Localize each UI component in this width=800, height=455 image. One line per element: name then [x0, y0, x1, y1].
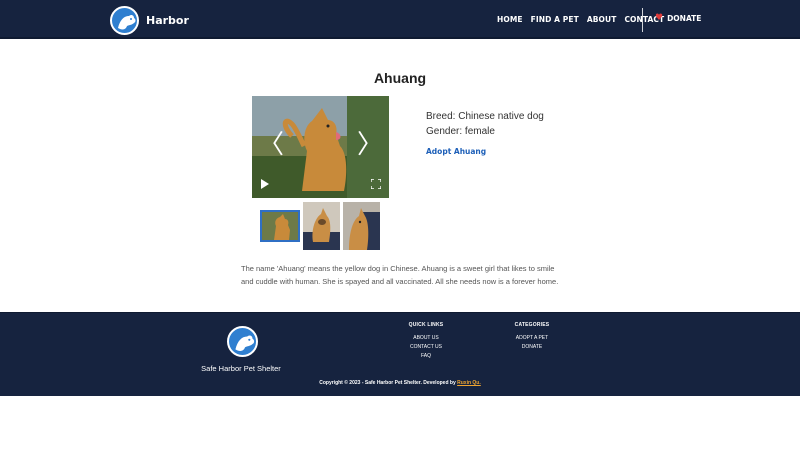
nav-divider [642, 8, 643, 32]
donate-label: DONATE [667, 14, 702, 23]
thumbnail-1[interactable] [260, 210, 300, 242]
footer-quick-links: QUICK LINKS ABOUT US CONTACT US FAQ [396, 322, 456, 362]
pet-gender: Gender: female [426, 126, 495, 137]
prev-slide-arrow-icon[interactable]: 〈 [258, 132, 284, 158]
main-nav: HOME FIND A PET ABOUT CONTACT [497, 15, 664, 24]
thumbnail-3[interactable] [343, 202, 380, 250]
site-footer: Safe Harbor Pet Shelter QUICK LINKS ABOU… [0, 312, 800, 396]
footer-adopt-a-pet-link[interactable]: ADOPT A PET [502, 335, 562, 341]
fullscreen-icon[interactable] [371, 179, 381, 189]
pet-breed: Breed: Chinese native dog [426, 111, 544, 122]
quick-links-title: QUICK LINKS [408, 322, 444, 328]
nav-find-a-pet-link[interactable]: FIND A PET [531, 15, 579, 24]
play-icon[interactable] [261, 179, 269, 189]
footer-about-us-link[interactable]: ABOUT US [396, 335, 456, 341]
nav-home-link[interactable]: HOME [497, 15, 523, 24]
footer-donate-link[interactable]: DONATE [502, 344, 562, 350]
footer-dog-logo-icon [227, 326, 258, 357]
categories-title: CATEGORIES [514, 322, 550, 328]
dog-logo-icon [110, 6, 139, 35]
footer-org-name: Safe Harbor Pet Shelter [201, 364, 281, 373]
nav-about-link[interactable]: ABOUT [587, 15, 617, 24]
footer-faq-link[interactable]: FAQ [396, 353, 456, 359]
pet-photo-slideshow[interactable]: 〈 〉 [252, 96, 389, 198]
heart-icon: ♥ [655, 13, 664, 23]
thumbnail-strip [260, 202, 380, 250]
adopt-pet-link[interactable]: Adopt Ahuang [426, 147, 486, 156]
copyright-text: Copyright © 2023 - Safe Harbor Pet Shelt… [319, 380, 456, 386]
next-slide-arrow-icon[interactable]: 〉 [357, 132, 383, 158]
donate-button[interactable]: ♥ DONATE [655, 13, 702, 24]
pet-details: Breed: Chinese native dog Gender: female… [426, 111, 544, 159]
brand-name: Harbor [146, 14, 189, 27]
footer-contact-us-link[interactable]: CONTACT US [396, 344, 456, 350]
pet-name-heading: Ahuang [373, 70, 427, 86]
site-header: Harbor HOME FIND A PET ABOUT CONTACT ♥ D… [0, 0, 800, 39]
copyright-notice: Copyright © 2023 - Safe Harbor Pet Shelt… [0, 380, 800, 386]
footer-categories: CATEGORIES ADOPT A PET DONATE [502, 322, 562, 353]
thumbnail-2[interactable] [303, 202, 340, 250]
brand-logo[interactable]: Harbor [110, 6, 189, 35]
developer-link[interactable]: Ruxin Qu. [457, 380, 481, 386]
pet-description: The name 'Ahuang' means the yellow dog i… [241, 264, 559, 286]
